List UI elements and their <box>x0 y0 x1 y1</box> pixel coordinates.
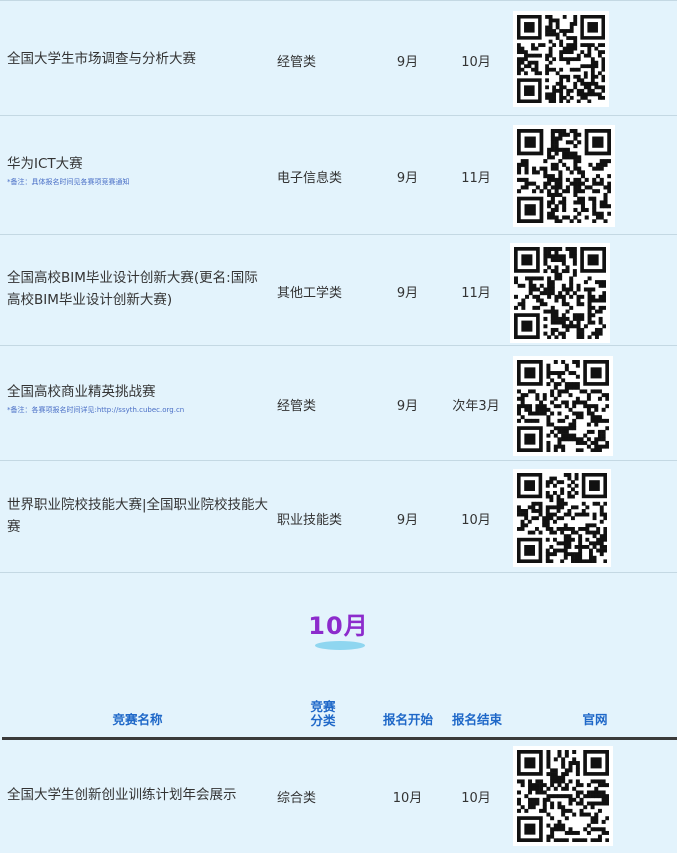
competition-category: 其他工学类 <box>277 286 343 301</box>
official-site-qr-code[interactable] <box>513 469 611 567</box>
registration-start: 9月 <box>396 513 419 528</box>
registration-end: 10月 <box>461 791 491 806</box>
registration-end: 次年3月 <box>452 399 500 414</box>
competition-name: 全国高校BIM毕业设计创新大赛(更名:国际高校BIM毕业设计创新大赛) <box>7 270 258 308</box>
table-row: 全国大学生创新创业训练计划年会展示 综合类 10月 10月 <box>0 740 677 853</box>
header-category: 竞赛 分类 <box>310 699 336 728</box>
official-site-qr-code[interactable] <box>513 125 615 227</box>
registration-start: 9月 <box>396 399 419 414</box>
registration-end: 10月 <box>461 55 491 70</box>
competition-note: *备注：各赛项报名时间详见:http://ssyth.cubec.org.cn <box>7 406 185 414</box>
registration-start: 9月 <box>396 55 419 70</box>
competition-category: 经管类 <box>277 399 317 414</box>
registration-start: 9月 <box>396 286 419 301</box>
competition-name: 全国大学生创新创业训练计划年会展示 <box>7 787 237 803</box>
official-site-qr-code[interactable] <box>513 11 609 107</box>
header-registration-start: 报名开始 <box>382 712 433 727</box>
competition-name: 全国高校商业精英挑战赛 <box>7 384 156 400</box>
table-row: 全国高校BIM毕业设计创新大赛(更名:国际高校BIM毕业设计创新大赛) 其他工学… <box>0 234 677 345</box>
official-site-qr-code[interactable] <box>510 243 610 343</box>
table-row: 全国高校商业精英挑战赛 *备注：各赛项报名时间详见:http://ssyth.c… <box>0 345 677 460</box>
competition-name: 全国大学生市场调查与分析大赛 <box>7 51 196 67</box>
competition-calendar: 全国大学生市场调查与分析大赛 经管类 9月 10月 华为ICT大赛 *备注：具体… <box>0 0 677 853</box>
registration-start: 9月 <box>396 171 419 186</box>
registration-end: 11月 <box>461 171 491 186</box>
table-row: 世界职业院校技能大赛|全国职业院校技能大赛 职业技能类 9月 10月 <box>0 460 677 572</box>
table-row: 全国大学生市场调查与分析大赛 经管类 9月 10月 <box>0 0 677 115</box>
official-site-qr-code[interactable] <box>513 746 613 846</box>
header-competition-name: 竞赛名称 <box>112 712 163 727</box>
competition-category: 综合类 <box>277 791 317 806</box>
header-registration-end: 报名结束 <box>451 712 502 727</box>
month-heading-underline <box>315 641 365 650</box>
header-official-site: 官网 <box>582 712 608 727</box>
competition-name: 世界职业院校技能大赛|全国职业院校技能大赛 <box>7 497 269 535</box>
competition-category: 经管类 <box>277 55 317 70</box>
official-site-qr-code[interactable] <box>513 356 613 456</box>
registration-start: 10月 <box>392 791 423 806</box>
table-row: 华为ICT大赛 *备注：具体报名时间见各赛项竞赛通知 电子信息类 9月 11月 <box>0 115 677 234</box>
competition-category: 职业技能类 <box>277 513 343 528</box>
competition-note: *备注：具体报名时间见各赛项竞赛通知 <box>7 178 130 186</box>
month-heading: 10月 <box>308 612 369 640</box>
divider <box>0 572 677 573</box>
competition-name: 华为ICT大赛 <box>7 156 83 172</box>
registration-end: 10月 <box>461 513 491 528</box>
table-header: 竞赛名称 竞赛 分类 报名开始 报名结束 官网 <box>0 700 677 736</box>
competition-category: 电子信息类 <box>277 171 343 186</box>
registration-end: 11月 <box>461 286 491 301</box>
